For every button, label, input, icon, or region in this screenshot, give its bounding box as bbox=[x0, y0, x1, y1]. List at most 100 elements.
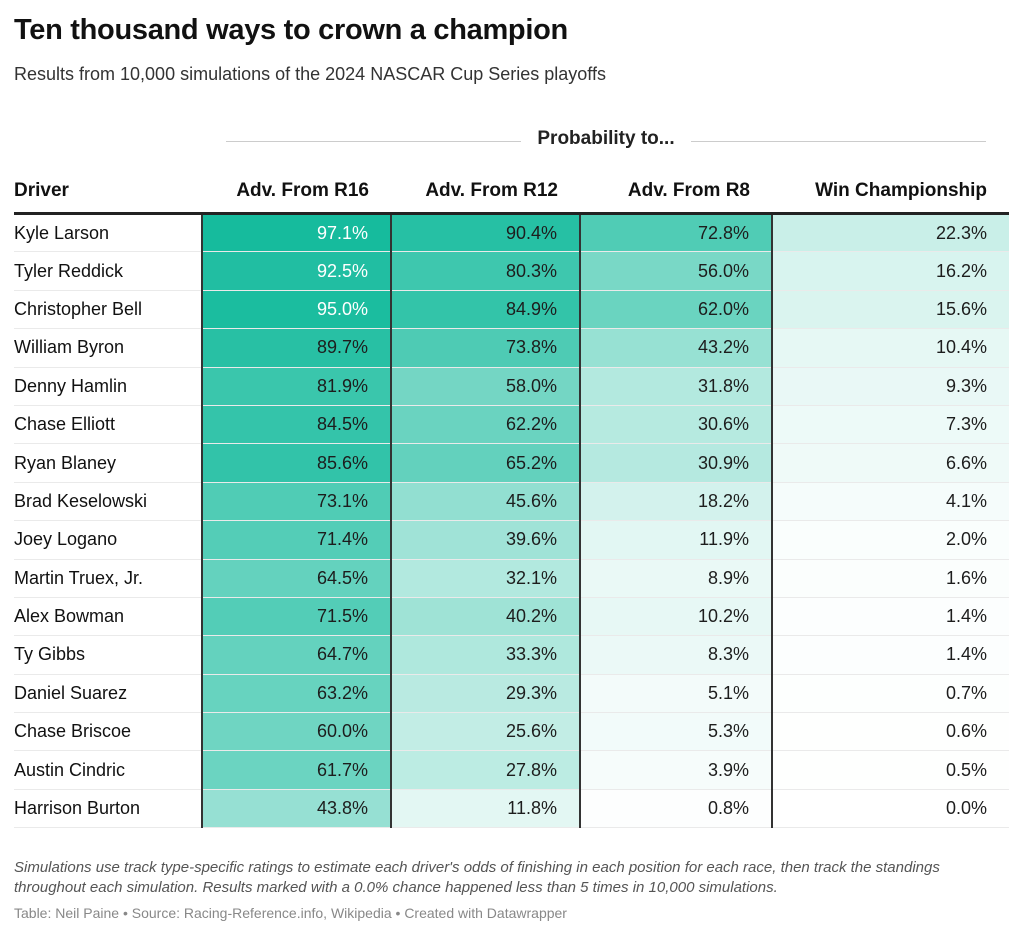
cell-championship: 22.3% bbox=[772, 213, 1009, 253]
cell-championship: 16.2% bbox=[772, 251, 1009, 291]
driver-name: Chase Elliott bbox=[14, 405, 202, 445]
cell-championship: 2.0% bbox=[772, 520, 1009, 560]
cell-championship: 1.4% bbox=[772, 597, 1009, 637]
driver-name: Ryan Blaney bbox=[14, 443, 202, 483]
probability-table: Driver Adv. From R16 Adv. From R12 Adv. … bbox=[14, 170, 1009, 829]
table-row: Chase Briscoe 60.0% 25.6% 5.3% 0.6% bbox=[14, 712, 1009, 752]
table-row: Joey Logano 71.4% 39.6% 11.9% 2.0% bbox=[14, 520, 1009, 560]
cell-r8: 30.9% bbox=[580, 443, 773, 483]
cell-r12: 27.8% bbox=[391, 750, 581, 790]
cell-championship: 6.6% bbox=[772, 443, 1009, 483]
driver-name: Brad Keselowski bbox=[14, 482, 202, 522]
column-header-driver[interactable]: Driver bbox=[14, 170, 202, 215]
cell-r12: 62.2% bbox=[391, 405, 581, 445]
cell-championship: 1.6% bbox=[772, 559, 1009, 598]
cell-r8: 5.3% bbox=[580, 712, 773, 752]
driver-name: Chase Briscoe bbox=[14, 712, 202, 752]
cell-r16: 81.9% bbox=[201, 367, 392, 406]
cell-r12: 40.2% bbox=[391, 597, 581, 637]
cell-r8: 11.9% bbox=[580, 520, 773, 560]
driver-name: Kyle Larson bbox=[14, 213, 202, 253]
table-row: Harrison Burton 43.8% 11.8% 0.8% 0.0% bbox=[14, 789, 1009, 829]
cell-r16: 63.2% bbox=[201, 674, 392, 714]
cell-r16: 92.5% bbox=[201, 251, 392, 291]
cell-r16: 61.7% bbox=[201, 750, 392, 790]
cell-championship: 0.5% bbox=[772, 750, 1009, 790]
cell-r8: 3.9% bbox=[580, 750, 773, 790]
cell-r16: 64.7% bbox=[201, 635, 392, 675]
cell-r8: 8.3% bbox=[580, 635, 773, 675]
table-row: Denny Hamlin 81.9% 58.0% 31.8% 9.3% bbox=[14, 367, 1009, 406]
cell-r16: 64.5% bbox=[201, 559, 392, 598]
footnote: Simulations use track type-specific rati… bbox=[14, 859, 940, 896]
cell-r8: 0.8% bbox=[580, 789, 773, 829]
driver-name: Denny Hamlin bbox=[14, 367, 202, 406]
cell-r16: 85.6% bbox=[201, 443, 392, 483]
driver-name: Joey Logano bbox=[14, 520, 202, 560]
driver-name: Austin Cindric bbox=[14, 750, 202, 790]
table-row: Kyle Larson 97.1% 90.4% 72.8% 22.3% bbox=[14, 213, 1009, 253]
cell-r16: 71.5% bbox=[201, 597, 392, 637]
cell-r16: 89.7% bbox=[201, 328, 392, 368]
driver-name: Harrison Burton bbox=[14, 789, 202, 829]
cell-championship: 9.3% bbox=[772, 367, 1009, 406]
table-row: Martin Truex, Jr. 64.5% 32.1% 8.9% 1.6% bbox=[14, 559, 1009, 598]
cell-r8: 62.0% bbox=[580, 290, 773, 330]
table-row: Brad Keselowski 73.1% 45.6% 18.2% 4.1% bbox=[14, 482, 1009, 522]
cell-r12: 84.9% bbox=[391, 290, 581, 330]
cell-r16: 97.1% bbox=[201, 213, 392, 253]
table-row: Austin Cindric 61.7% 27.8% 3.9% 0.5% bbox=[14, 750, 1009, 790]
table-body: Kyle Larson 97.1% 90.4% 72.8% 22.3% Tyler Red… bbox=[14, 213, 1009, 829]
cell-championship: 0.7% bbox=[772, 674, 1009, 714]
cell-r8: 56.0% bbox=[580, 251, 773, 291]
cell-r12: 80.3% bbox=[391, 251, 581, 291]
header-row: Driver Adv. From R16 Adv. From R12 Adv. … bbox=[14, 170, 1009, 215]
cell-r12: 32.1% bbox=[391, 559, 581, 598]
table-row: William Byron 89.7% 73.8% 43.2% 10.4% bbox=[14, 328, 1009, 368]
table-row: Ty Gibbs 64.7% 33.3% 8.3% 1.4% bbox=[14, 635, 1009, 675]
column-header-r16[interactable]: Adv. From R16 bbox=[202, 170, 391, 215]
cell-r12: 29.3% bbox=[391, 674, 581, 714]
column-group-header: Probability to... bbox=[226, 128, 986, 154]
cell-r12: 11.8% bbox=[391, 789, 581, 829]
cell-championship: 7.3% bbox=[772, 405, 1009, 445]
cell-r12: 33.3% bbox=[391, 635, 581, 675]
cell-r12: 45.6% bbox=[391, 482, 581, 522]
cell-r16: 60.0% bbox=[201, 712, 392, 752]
driver-name: Christopher Bell bbox=[14, 290, 202, 330]
table-row: Christopher Bell 95.0% 84.9% 62.0% 15.6% bbox=[14, 290, 1009, 330]
cell-r12: 58.0% bbox=[391, 367, 581, 406]
driver-name: Tyler Reddick bbox=[14, 251, 202, 291]
cell-r12: 39.6% bbox=[391, 520, 581, 560]
cell-championship: 0.6% bbox=[772, 712, 1009, 752]
chart-subtitle: Results from 10,000 simulations of the 2… bbox=[14, 64, 606, 84]
cell-r8: 31.8% bbox=[580, 367, 773, 406]
cell-r8: 18.2% bbox=[580, 482, 773, 522]
cell-r16: 95.0% bbox=[201, 290, 392, 330]
column-header-r12[interactable]: Adv. From R12 bbox=[391, 170, 580, 215]
cell-r8: 43.2% bbox=[580, 328, 773, 368]
column-header-r8[interactable]: Adv. From R8 bbox=[580, 170, 772, 215]
cell-championship: 0.0% bbox=[772, 789, 1009, 829]
cell-championship: 1.4% bbox=[772, 635, 1009, 675]
chart-title: Ten thousand ways to crown a champion bbox=[14, 14, 568, 46]
cell-r12: 90.4% bbox=[391, 213, 581, 253]
driver-name: William Byron bbox=[14, 328, 202, 368]
cell-championship: 15.6% bbox=[772, 290, 1009, 330]
table-row: Alex Bowman 71.5% 40.2% 10.2% 1.4% bbox=[14, 597, 1009, 637]
cell-r8: 30.6% bbox=[580, 405, 773, 445]
driver-name: Daniel Suarez bbox=[14, 674, 202, 714]
column-header-championship[interactable]: Win Championship bbox=[772, 170, 1009, 215]
driver-name: Alex Bowman bbox=[14, 597, 202, 637]
cell-r16: 71.4% bbox=[201, 520, 392, 560]
cell-r16: 73.1% bbox=[201, 482, 392, 522]
cell-r8: 72.8% bbox=[580, 213, 773, 253]
cell-championship: 10.4% bbox=[772, 328, 1009, 368]
table-row: Chase Elliott 84.5% 62.2% 30.6% 7.3% bbox=[14, 405, 1009, 445]
driver-name: Ty Gibbs bbox=[14, 635, 202, 675]
cell-r16: 84.5% bbox=[201, 405, 392, 445]
cell-r8: 5.1% bbox=[580, 674, 773, 714]
table-row: Tyler Reddick 92.5% 80.3% 56.0% 16.2% bbox=[14, 251, 1009, 291]
cell-r12: 25.6% bbox=[391, 712, 581, 752]
column-group-label: Probability to... bbox=[226, 128, 986, 150]
